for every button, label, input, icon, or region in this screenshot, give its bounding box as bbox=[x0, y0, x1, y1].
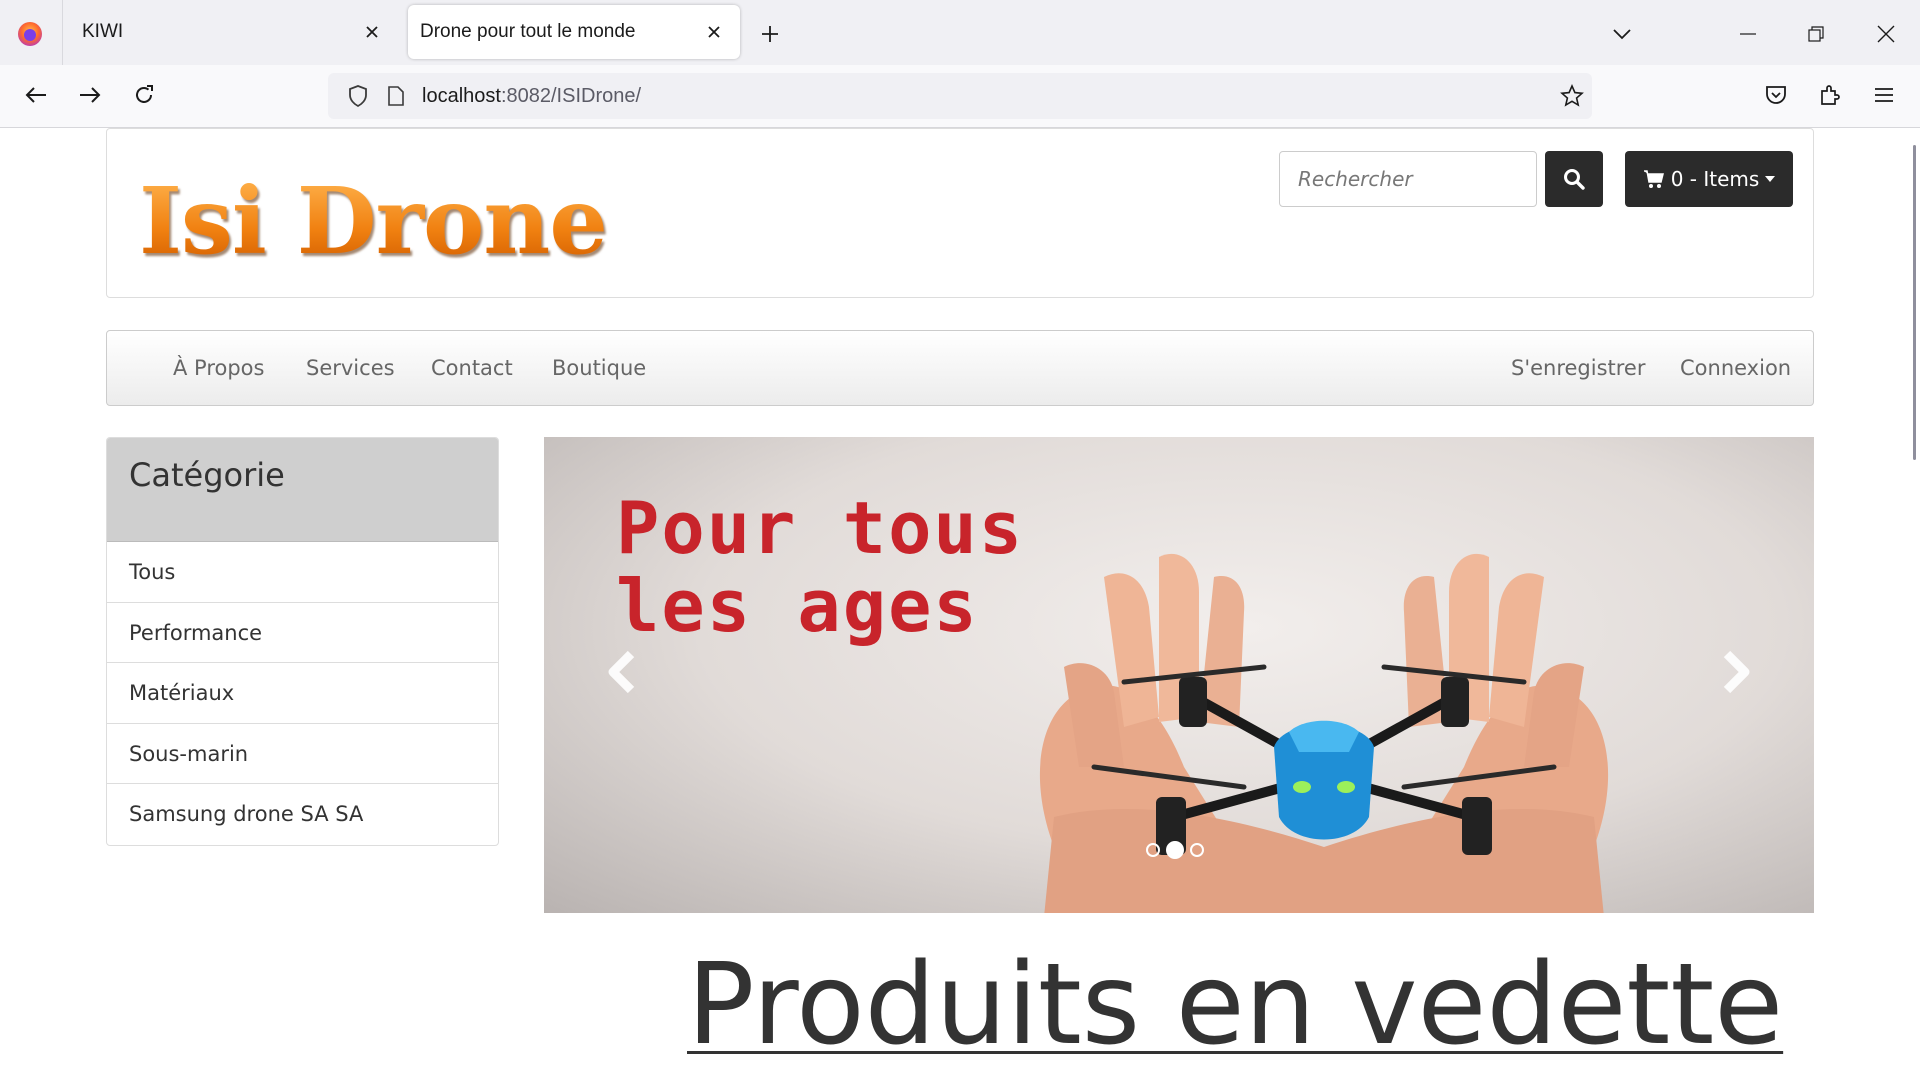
carousel-prev-button[interactable] bbox=[592, 642, 652, 702]
extensions-puzzle-icon[interactable] bbox=[1812, 77, 1848, 113]
reload-icon[interactable] bbox=[126, 77, 162, 113]
back-arrow-icon[interactable] bbox=[18, 77, 54, 113]
cart-label: 0 - Items bbox=[1670, 167, 1760, 191]
page-scrollbar[interactable] bbox=[1913, 145, 1916, 460]
menu-contact[interactable]: Contact bbox=[431, 331, 513, 405]
drone-in-hands-image bbox=[1039, 553, 1609, 913]
navigation-toolbar: localhost:8082/ISIDrone/ bbox=[0, 65, 1920, 128]
close-tab-icon[interactable] bbox=[702, 20, 726, 44]
menu-register[interactable]: S'enregistrer bbox=[1511, 331, 1646, 405]
shield-icon[interactable] bbox=[338, 85, 378, 107]
firefox-logo-icon[interactable] bbox=[14, 18, 46, 50]
tab-kiwi[interactable]: KIWI bbox=[68, 5, 398, 59]
bookmark-star-icon[interactable] bbox=[1560, 84, 1584, 114]
site-header: Isi Drone 0 - Items bbox=[106, 128, 1814, 298]
slide-caption-line2: les ages bbox=[616, 564, 979, 648]
caret-down-icon bbox=[1765, 176, 1776, 182]
pocket-icon[interactable] bbox=[1758, 77, 1794, 113]
site-logo[interactable]: Isi Drone bbox=[139, 175, 608, 267]
menu-login[interactable]: Connexion bbox=[1680, 331, 1791, 405]
tab-list-chevron-down-icon[interactable] bbox=[1604, 16, 1640, 52]
shopping-cart-icon bbox=[1643, 170, 1664, 188]
featured-products-heading: Produits en vedette bbox=[687, 940, 1784, 1070]
category-item-samsung[interactable]: Samsung drone SA SA bbox=[107, 784, 498, 845]
close-tab-icon[interactable] bbox=[360, 20, 384, 44]
tab-drone[interactable]: Drone pour tout le monde bbox=[408, 5, 740, 59]
slide-caption-line1: Pour tous bbox=[616, 486, 1025, 570]
close-window-icon[interactable] bbox=[1868, 16, 1904, 52]
menu-boutique[interactable]: Boutique bbox=[552, 331, 646, 405]
search-icon bbox=[1564, 169, 1585, 190]
category-item-tous[interactable]: Tous bbox=[107, 542, 498, 603]
url-host: localhost bbox=[422, 84, 501, 107]
tab-title: KIWI bbox=[82, 21, 124, 42]
category-item-materiaux[interactable]: Matériaux bbox=[107, 663, 498, 724]
tab-title: Drone pour tout le monde bbox=[420, 21, 636, 42]
carousel-indicator-3[interactable] bbox=[1190, 843, 1204, 857]
web-page: Isi Drone 0 - Items À Propos Services Co… bbox=[0, 128, 1920, 1078]
cart-button[interactable]: 0 - Items bbox=[1625, 151, 1793, 207]
restore-icon[interactable] bbox=[1798, 16, 1834, 52]
main-menu: À Propos Services Contact Boutique S'enr… bbox=[106, 330, 1814, 406]
category-item-performance[interactable]: Performance bbox=[107, 603, 498, 663]
browser-tab-strip: KIWI Drone pour tout le monde bbox=[0, 0, 1920, 65]
menu-services[interactable]: Services bbox=[306, 331, 395, 405]
category-sidebar: Catégorie Tous Performance Matériaux Sou… bbox=[106, 437, 499, 846]
search-button[interactable] bbox=[1545, 151, 1603, 207]
chevron-right-icon bbox=[1723, 650, 1750, 694]
forward-arrow-icon[interactable] bbox=[72, 77, 108, 113]
carousel-indicator-2[interactable] bbox=[1166, 841, 1184, 859]
category-item-sous-marin[interactable]: Sous-marin bbox=[107, 724, 498, 784]
slide-caption: Pour tous les ages bbox=[616, 489, 1024, 645]
new-tab-icon[interactable] bbox=[752, 16, 788, 52]
menu-a-propos[interactable]: À Propos bbox=[173, 331, 264, 405]
carousel-indicators bbox=[1146, 841, 1204, 859]
category-title: Catégorie bbox=[107, 438, 498, 542]
tab-separator bbox=[62, 0, 63, 65]
address-bar[interactable]: localhost:8082/ISIDrone/ bbox=[328, 73, 1592, 119]
carousel-indicator-1[interactable] bbox=[1146, 843, 1160, 857]
url-path: :8082/ISIDrone/ bbox=[500, 84, 642, 107]
carousel-next-button[interactable] bbox=[1706, 642, 1766, 702]
search-input[interactable] bbox=[1279, 151, 1537, 207]
url-text[interactable]: localhost:8082/ISIDrone/ bbox=[422, 85, 641, 108]
hamburger-menu-icon[interactable] bbox=[1866, 77, 1902, 113]
page-info-icon[interactable] bbox=[378, 86, 414, 106]
chevron-left-icon bbox=[608, 650, 635, 694]
minimize-icon[interactable] bbox=[1730, 16, 1766, 52]
hero-carousel: Pour tous les ages bbox=[544, 437, 1814, 913]
